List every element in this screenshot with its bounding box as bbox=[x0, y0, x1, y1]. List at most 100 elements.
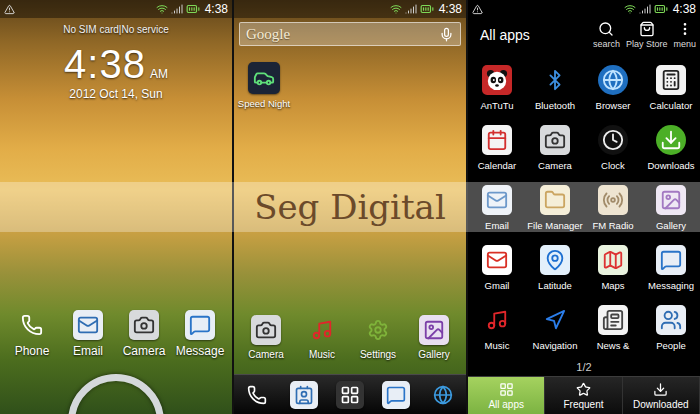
app-item[interactable]: Bluetooth bbox=[526, 58, 584, 118]
battery-icon bbox=[186, 2, 200, 16]
app-item[interactable]: AnTuTu bbox=[468, 58, 526, 118]
tab-icon bbox=[576, 382, 591, 397]
status-bar: 4:38 bbox=[468, 0, 700, 18]
tab-label: Frequent bbox=[563, 399, 603, 410]
app-tile bbox=[243, 381, 271, 409]
app-tile bbox=[598, 185, 628, 215]
dock-app[interactable]: Camera bbox=[238, 315, 294, 360]
app-item[interactable]: FM Radio bbox=[584, 178, 642, 238]
dock-app[interactable]: Music bbox=[294, 315, 350, 360]
app-tile bbox=[129, 310, 159, 340]
app-item[interactable]: Gallery bbox=[642, 178, 700, 238]
dock-app[interactable]: Settings bbox=[350, 315, 406, 360]
app-tile bbox=[656, 185, 686, 215]
apps-tab[interactable]: Downloaded bbox=[623, 377, 700, 414]
app-label: Gallery bbox=[656, 220, 686, 231]
email-icon bbox=[77, 314, 99, 336]
battery-icon bbox=[420, 2, 434, 16]
camera-icon bbox=[133, 314, 155, 336]
wifi-icon bbox=[624, 3, 636, 15]
app-item[interactable]: Email bbox=[468, 178, 526, 238]
app-tile bbox=[540, 185, 570, 215]
apps-tab[interactable]: All apps bbox=[468, 377, 545, 414]
app-item[interactable]: Clock bbox=[584, 118, 642, 178]
action-label: search bbox=[593, 39, 620, 49]
tab-label: All apps bbox=[488, 399, 524, 410]
hotseat-button[interactable] bbox=[290, 381, 318, 409]
app-item[interactable]: File Manager bbox=[526, 178, 584, 238]
apps-tab[interactable]: Frequent bbox=[545, 377, 622, 414]
dock-app[interactable]: Gallery bbox=[406, 315, 462, 360]
date: 2012 Oct 14, Sun bbox=[0, 87, 232, 101]
dock-label: Music bbox=[309, 349, 335, 360]
app-grid: AnTuTuBluetooth Browser Calculator Calendar… bbox=[468, 52, 700, 358]
app-item[interactable]: Browser bbox=[584, 58, 642, 118]
app-item[interactable]: Gmail bbox=[468, 238, 526, 298]
app-label: Calculator bbox=[650, 100, 693, 111]
app-label: Clock bbox=[601, 160, 625, 171]
app-label: Gmail bbox=[485, 280, 510, 291]
dock-label: Settings bbox=[360, 349, 396, 360]
gallery-icon bbox=[423, 319, 445, 341]
lock-shortcut[interactable]: Phone bbox=[4, 310, 60, 358]
app-tile bbox=[482, 185, 512, 215]
mic-icon[interactable] bbox=[439, 27, 454, 42]
screenshots: 4:38No SIM card|No service4:38AM2012 Oct… bbox=[0, 0, 700, 414]
app-item[interactable]: Camera bbox=[526, 118, 584, 178]
page-indicator: 1/2 bbox=[468, 358, 700, 376]
app-tile bbox=[429, 381, 457, 409]
app-tile bbox=[598, 245, 628, 275]
signal-icon bbox=[405, 3, 417, 15]
app-tile bbox=[185, 310, 215, 340]
camera-icon bbox=[544, 129, 566, 151]
gmail-icon bbox=[486, 249, 508, 271]
status-time: 4:38 bbox=[673, 2, 696, 16]
warning-icon bbox=[472, 4, 483, 15]
app-item[interactable]: People bbox=[642, 298, 700, 358]
hotseat-button[interactable] bbox=[429, 381, 457, 409]
download-icon bbox=[660, 129, 682, 151]
dock-label: Camera bbox=[248, 349, 284, 360]
google-search-bar[interactable]: Google bbox=[239, 22, 461, 46]
people-icon bbox=[660, 309, 682, 331]
apps-title: All apps bbox=[480, 27, 593, 43]
app-item[interactable]: News & bbox=[584, 298, 642, 358]
app-label: Calendar bbox=[478, 160, 517, 171]
app-item[interactable]: Maps bbox=[584, 238, 642, 298]
app-item[interactable]: Navigation bbox=[526, 298, 584, 358]
app-item[interactable]: Calendar bbox=[468, 118, 526, 178]
music-icon bbox=[486, 309, 508, 331]
app-item[interactable]: Calculator bbox=[642, 58, 700, 118]
app-label: Browser bbox=[596, 100, 631, 111]
lock-shortcut[interactable]: Message bbox=[172, 310, 228, 358]
signal-icon bbox=[639, 3, 651, 15]
app-label: People bbox=[656, 340, 686, 351]
app-item[interactable]: Messaging bbox=[642, 238, 700, 298]
all-apps-icon bbox=[340, 385, 360, 405]
watermark-text: Seg Digital bbox=[234, 187, 466, 227]
app-item[interactable]: Latitude bbox=[526, 238, 584, 298]
hotseat-button[interactable] bbox=[243, 381, 271, 409]
battery-icon bbox=[654, 2, 668, 16]
lock-shortcut[interactable]: Camera bbox=[116, 310, 172, 358]
watermark: Seg Digital bbox=[0, 182, 700, 232]
app-tile bbox=[482, 65, 512, 95]
shortcut-label: Phone bbox=[15, 344, 50, 358]
app-item[interactable]: Music bbox=[468, 298, 526, 358]
status-time: 4:38 bbox=[439, 2, 462, 16]
hotseat-button[interactable] bbox=[382, 381, 410, 409]
clock-icon bbox=[602, 129, 624, 151]
header-action[interactable]: search bbox=[593, 21, 620, 49]
header-action[interactable]: menu bbox=[673, 21, 696, 49]
clock-period: AM bbox=[150, 67, 168, 81]
desktop-app[interactable]: Speed Night bbox=[238, 62, 290, 109]
unlock-ring[interactable] bbox=[68, 374, 164, 414]
app-tile bbox=[248, 62, 280, 94]
hotseat-button[interactable] bbox=[336, 381, 364, 409]
app-tile bbox=[251, 315, 281, 345]
header-action[interactable]: Play Store bbox=[626, 21, 668, 49]
lock-shortcut[interactable]: Email bbox=[60, 310, 116, 358]
app-item[interactable]: Downloads bbox=[642, 118, 700, 178]
status-bar: 4:38 bbox=[0, 0, 232, 18]
bluetooth-icon bbox=[544, 69, 566, 91]
